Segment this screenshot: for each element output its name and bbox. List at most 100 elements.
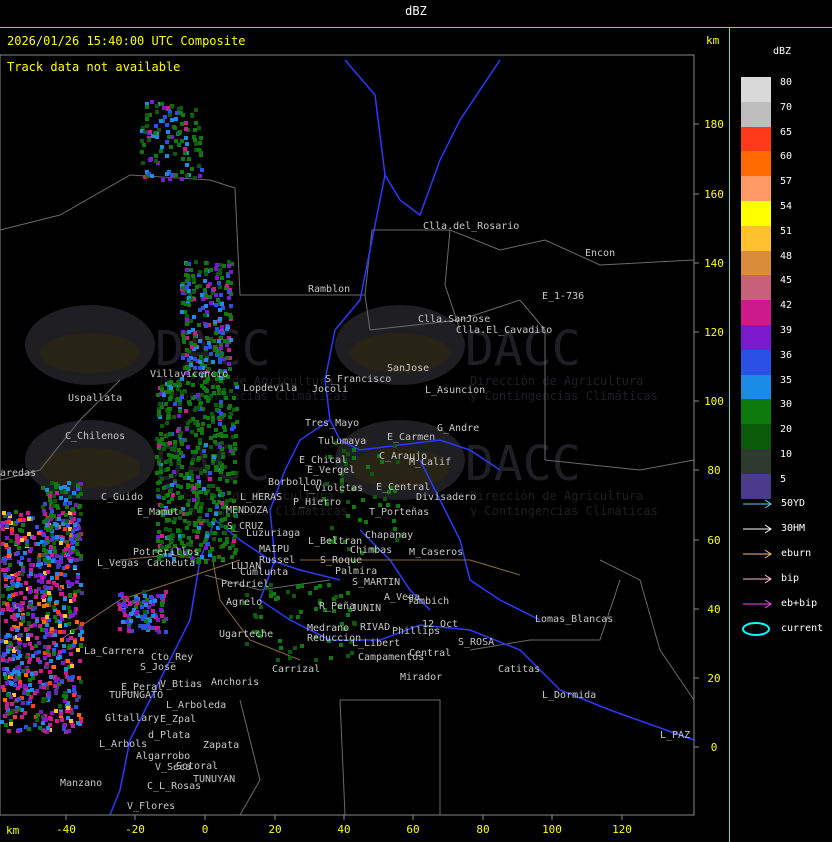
radar-echo-cell (4, 723, 8, 727)
radar-echo-cell (192, 135, 196, 139)
legend-label-42: 42 (780, 300, 793, 312)
radar-echo-cell (149, 595, 153, 599)
radar-echo-cell (73, 523, 77, 527)
radar-echo-cell (169, 488, 173, 492)
radar-echo-cell (204, 443, 208, 447)
radar-echo-cell (155, 455, 159, 459)
radar-echo-cell (180, 310, 184, 314)
radar-echo-cell (193, 331, 197, 335)
place-label: V_Seca (155, 762, 191, 773)
radar-echo-cell (186, 381, 190, 385)
radar-echo-cell (187, 522, 191, 526)
radar-echo-cell (7, 575, 11, 579)
radar-echo-cell (218, 271, 222, 275)
radar-echo-cell (220, 447, 224, 451)
radar-echo-cell (210, 496, 214, 500)
radar-echo-cell (77, 695, 81, 699)
radar-echo-cell (179, 439, 183, 443)
radar-echo-cell (35, 525, 39, 529)
radar-echo-cell (192, 290, 196, 294)
radar-echo-cell (185, 318, 189, 322)
place-label: Tres_Mayo (305, 418, 359, 429)
radar-echo-cell (29, 572, 33, 576)
radar-echo-cell (208, 345, 212, 349)
watermark-brand: DACC (465, 436, 581, 492)
radar-echo-cell (17, 707, 21, 711)
radar-echo-cell (183, 151, 187, 155)
radar-echo-cell (167, 390, 171, 394)
radar-echo-cell (193, 408, 197, 412)
radar-echo-cell (17, 728, 21, 732)
radar-echo-cell (28, 642, 32, 646)
radar-echo-cell (171, 534, 175, 538)
radar-echo-cell (211, 484, 215, 488)
x-tick-label: 20 (268, 823, 281, 836)
radar-echo-cell (28, 590, 32, 594)
radar-echo-cell (50, 576, 54, 580)
radar-echo-cell (70, 664, 74, 668)
radar-echo-cell (158, 402, 162, 406)
place-label: S_Jose (140, 662, 176, 673)
radar-echo-cell (214, 428, 218, 432)
radar-echo-cell (48, 681, 52, 685)
radar-echo-cell (66, 659, 70, 663)
radar-echo-cell (160, 540, 164, 544)
radar-echo-cell (44, 549, 48, 553)
radar-echo-cell (228, 445, 232, 449)
track-label-50YD: 50YD (781, 498, 806, 509)
radar-echo-cell (200, 431, 204, 435)
radar-echo-cell (165, 140, 169, 144)
radar-echo-cell (212, 391, 216, 395)
place-label: Ramblon (308, 284, 350, 295)
radar-echo-cell (23, 596, 27, 600)
radar-echo-cell (65, 540, 69, 544)
radar-echo-cell (16, 551, 20, 555)
radar-echo-cell (208, 477, 212, 481)
place-label: La_Carrera (84, 646, 144, 657)
radar-echo-cell (48, 716, 52, 720)
radar-echo-cell (69, 515, 73, 519)
radar-echo-cell (269, 583, 273, 587)
radar-echo-cell (199, 136, 203, 140)
legend-label-30: 30 (780, 399, 793, 411)
radar-echo-cell (47, 580, 51, 584)
radar-echo-cell (17, 676, 21, 680)
radar-echo-cell (207, 424, 211, 428)
radar-echo-cell (148, 130, 152, 134)
radar-echo-cell (3, 573, 7, 577)
radar-echo-cell (203, 380, 207, 384)
radar-echo-cell (197, 164, 201, 168)
radar-echo-cell (65, 519, 69, 523)
place-label: V_Btias (160, 679, 202, 690)
radar-echo-cell (187, 330, 191, 334)
radar-echo-cell (205, 310, 209, 314)
radar-echo-cell (5, 602, 9, 606)
radar-echo-cell (6, 693, 10, 697)
radar-echo-cell (166, 493, 170, 497)
radar-echo-cell (211, 459, 215, 463)
radar-echo-cell (160, 534, 164, 538)
radar-echo-cell (45, 523, 49, 527)
radar-echo-cell (26, 669, 30, 673)
y-tick-label: 160 (704, 188, 724, 201)
radar-echo-cell (80, 637, 84, 641)
radar-echo-cell (55, 523, 59, 527)
radar-echo-cell (21, 615, 25, 619)
radar-echo-cell (286, 590, 290, 594)
radar-echo-cell (185, 163, 189, 167)
radar-echo-cell (192, 278, 196, 282)
radar-map[interactable]: DACCDirección de Agriculturay Contingenc… (0, 0, 832, 842)
radar-echo-cell (73, 640, 77, 644)
radar-echo-cell (211, 385, 215, 389)
radar-echo-cell (181, 301, 185, 305)
radar-echo-cell (77, 518, 81, 522)
radar-echo-cell (334, 595, 338, 599)
radar-echo-cell (23, 711, 27, 715)
radar-echo-cell (34, 644, 38, 648)
radar-echo-cell (71, 529, 75, 533)
radar-echo-cell (134, 598, 138, 602)
radar-echo-cell (42, 604, 46, 608)
radar-echo-cell (232, 425, 236, 429)
radar-echo-cell (71, 546, 75, 550)
radar-echo-cell (186, 542, 190, 546)
